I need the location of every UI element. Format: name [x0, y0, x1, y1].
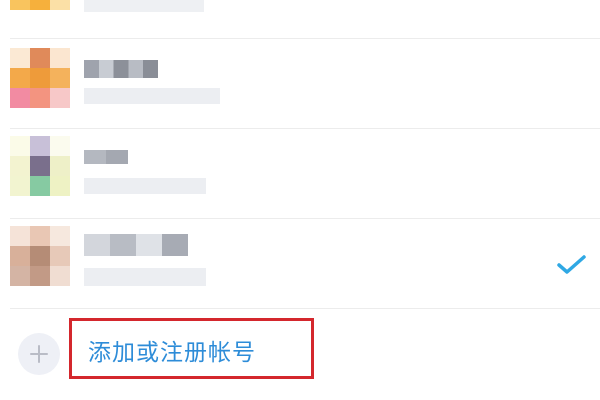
account-id-blurred	[84, 268, 206, 286]
account-row[interactable]	[0, 40, 600, 130]
account-name-blurred	[84, 234, 188, 256]
divider	[10, 128, 600, 129]
divider	[10, 218, 600, 219]
account-id-blurred	[84, 178, 206, 194]
account-name-blurred	[84, 60, 158, 78]
checkmark-icon	[556, 254, 588, 276]
account-id-blurred	[84, 88, 220, 104]
divider	[10, 308, 600, 309]
account-row-selected[interactable]	[0, 220, 600, 310]
account-avatar	[10, 136, 70, 200]
highlight-annotation-box	[69, 318, 314, 379]
account-avatar	[10, 48, 70, 108]
account-name-blurred	[84, 0, 204, 12]
account-switcher: 添加或注册帐号	[0, 0, 600, 400]
account-avatar	[10, 226, 70, 290]
divider	[10, 38, 600, 39]
account-row[interactable]	[0, 0, 600, 40]
account-row[interactable]	[0, 130, 600, 220]
account-name-blurred	[84, 150, 128, 164]
plus-icon[interactable]	[18, 333, 60, 375]
account-avatar	[10, 0, 70, 10]
